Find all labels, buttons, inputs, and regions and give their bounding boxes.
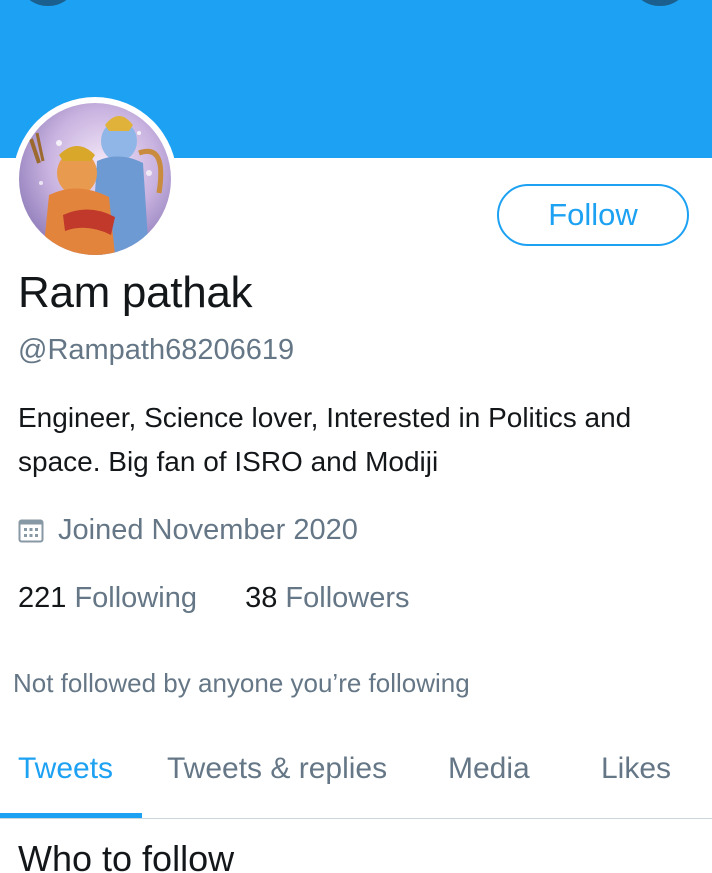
following-link[interactable]: 221 Following [18, 582, 205, 614]
back-button-icon[interactable] [24, 0, 72, 6]
avatar-image [19, 103, 171, 255]
tab-media[interactable]: Media [448, 752, 530, 786]
profile-page: Follow Ram pathak @Rampath68206619 Engin… [0, 0, 712, 873]
following-count: 221 [18, 582, 67, 614]
more-button-icon[interactable] [636, 0, 684, 6]
follow-stats: 221 Following 38 Followers [18, 582, 410, 615]
avatar-illustration [19, 103, 171, 255]
avatar[interactable] [13, 97, 177, 261]
profile-name: Ram pathak [18, 268, 253, 317]
followers-count: 38 [245, 582, 278, 614]
followers-link[interactable]: 38 Followers [245, 582, 409, 614]
calendar-icon [18, 519, 44, 542]
not-followed-notice: Not followed by anyone you’re following [13, 668, 470, 698]
profile-tabs: Tweets Tweets & replies Media Likes [0, 740, 712, 819]
joined-text: Joined November 2020 [58, 514, 358, 546]
profile-bio: Engineer, Science lover, Interested in P… [18, 402, 632, 477]
tab-tweets-replies[interactable]: Tweets & replies [167, 752, 387, 786]
profile-handle: @Rampath68206619 [18, 334, 295, 366]
tab-tweets[interactable]: Tweets [18, 752, 113, 786]
joined-date: Joined November 2020 [18, 514, 358, 547]
active-tab-indicator [0, 813, 142, 818]
follow-button[interactable]: Follow [497, 184, 689, 246]
following-label: Following [74, 582, 197, 614]
tab-likes[interactable]: Likes [601, 752, 671, 786]
who-to-follow-heading: Who to follow [18, 838, 235, 873]
followers-label: Followers [285, 582, 410, 614]
